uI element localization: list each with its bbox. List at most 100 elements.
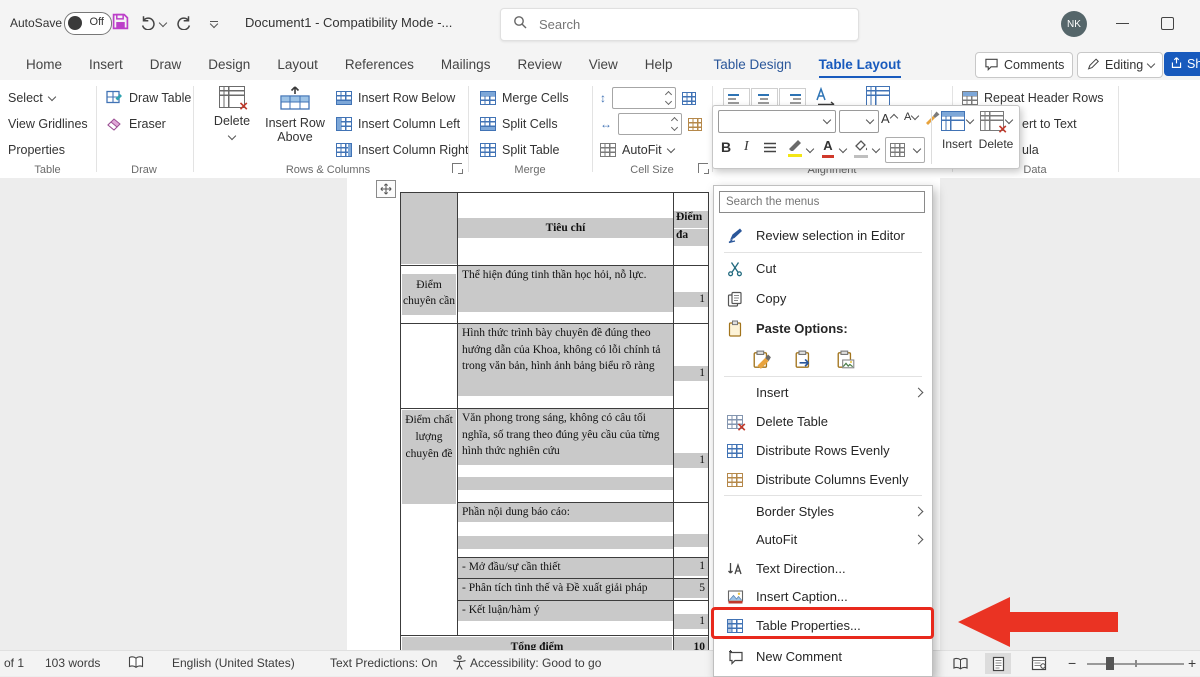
accessibility-status[interactable]: Accessibility: Good to go <box>470 656 601 670</box>
insert-row-below-button[interactable]: Insert Row Below <box>336 88 455 108</box>
tab-table-design[interactable]: Table Design <box>714 57 792 72</box>
read-mode-button[interactable] <box>947 653 973 674</box>
save-button[interactable] <box>108 12 132 36</box>
table-cell[interactable]: Hình thức trình bày chuyên đề đúng theo … <box>458 324 674 409</box>
table-cell[interactable]: 1 <box>674 266 709 324</box>
shading-button[interactable] <box>853 138 869 157</box>
draw-table-button[interactable]: Draw Table <box>106 88 191 108</box>
mini-insert-button[interactable]: Insert <box>939 111 975 151</box>
column-width-control[interactable]: ↔ <box>600 114 702 134</box>
menu-item-distribute-rows[interactable]: Distribute Rows Evenly <box>714 436 932 465</box>
menu-item-cut[interactable]: Cut <box>714 254 932 283</box>
autosave-toggle[interactable]: Off <box>64 12 112 35</box>
table-cell[interactable]: 1 <box>674 601 709 636</box>
tab-view[interactable]: View <box>589 57 618 72</box>
undo-button[interactable] <box>136 12 160 36</box>
proofing-book-icon[interactable] <box>128 655 144 673</box>
table-cell[interactable]: - Phân tích tình thế và Đề xuất giải phá… <box>458 579 674 601</box>
zoom-in-button[interactable]: + <box>1188 655 1196 671</box>
menu-item-copy[interactable]: Copy <box>714 284 932 313</box>
shading-chevron-icon[interactable] <box>872 145 880 153</box>
table-cell[interactable]: Thể hiện đúng tinh thần học hỏi, nỗ lực. <box>458 266 674 324</box>
paste-keep-formatting-icon[interactable] <box>752 351 772 369</box>
menu-item-autofit[interactable]: AutoFit <box>714 525 932 554</box>
table-cell[interactable]: Văn phong trong sáng, không có câu tối n… <box>458 409 674 503</box>
column-width-spinner[interactable] <box>618 113 682 135</box>
highlight-color-button[interactable] <box>787 138 803 156</box>
cell-size-dialog-launcher-icon[interactable] <box>698 163 708 173</box>
table-cell[interactable]: 1 <box>674 409 709 503</box>
language-indicator[interactable]: English (United States) <box>172 656 295 670</box>
tab-table-layout[interactable]: Table Layout <box>819 57 901 78</box>
eraser-button[interactable]: Eraser <box>106 114 166 134</box>
rows-columns-dialog-launcher-icon[interactable] <box>452 163 462 173</box>
grading-table[interactable]: Tiêu chí Điểmđa Điểm chuyên cần Thể hiện… <box>400 192 709 661</box>
menu-item-text-direction[interactable]: Text Direction... <box>714 554 932 583</box>
tab-review[interactable]: Review <box>517 57 561 72</box>
tab-home[interactable]: Home <box>26 57 62 72</box>
restore-button[interactable] <box>1161 17 1174 30</box>
search-input[interactable] <box>537 16 791 33</box>
autofit-button[interactable]: AutoFit <box>600 140 674 160</box>
comments-button[interactable]: Comments <box>975 52 1073 78</box>
table-cell[interactable]: Tiêu chí <box>458 193 674 266</box>
search-bar[interactable] <box>500 8 859 41</box>
mini-delete-button[interactable]: Delete <box>977 111 1015 151</box>
zoom-slider-thumb[interactable] <box>1106 657 1114 670</box>
insert-row-above-button[interactable]: Insert Row Above <box>262 86 328 144</box>
menu-item-delete-table[interactable]: Delete Table <box>714 407 932 436</box>
zoom-out-button[interactable]: − <box>1068 655 1076 671</box>
table-cell[interactable]: - Mở đầu/sự cần thiết <box>458 558 674 579</box>
insert-column-left-button[interactable]: Insert Column Left <box>336 114 460 134</box>
table-cell[interactable] <box>401 193 458 266</box>
table-cell[interactable]: - Kết luận/hàm ý <box>458 601 674 636</box>
text-predictions-indicator[interactable]: Text Predictions: On <box>330 656 437 670</box>
menu-item-border-styles[interactable]: Border Styles <box>714 497 932 526</box>
tab-references[interactable]: References <box>345 57 414 72</box>
grow-font-button[interactable]: A <box>881 111 897 126</box>
select-button[interactable]: Select <box>8 88 55 108</box>
table-cell[interactable]: Điểm chất lượng chuyên đề <box>401 409 458 636</box>
line-spacing-button[interactable] <box>763 142 777 157</box>
page-indicator[interactable]: of 1 <box>4 656 24 670</box>
redo-button[interactable] <box>172 12 196 36</box>
font-size-combo[interactable] <box>839 110 879 133</box>
tab-layout[interactable]: Layout <box>277 57 318 72</box>
row-height-spinner[interactable] <box>612 87 676 109</box>
menu-item-review-editor[interactable]: Review selection in Editor <box>714 221 932 250</box>
merge-cells-button[interactable]: Merge Cells <box>480 88 569 108</box>
bold-button[interactable]: B <box>721 139 731 155</box>
view-gridlines-button[interactable]: View Gridlines <box>8 114 88 134</box>
share-button[interactable]: Sha <box>1164 52 1200 76</box>
table-cell[interactable]: Điểmđa <box>674 193 709 266</box>
italic-button[interactable]: I <box>744 139 749 155</box>
customize-quick-access-button[interactable] <box>202 12 226 36</box>
tab-help[interactable]: Help <box>645 57 673 72</box>
menu-search-input[interactable] <box>720 192 924 212</box>
avatar[interactable]: NK <box>1061 11 1087 37</box>
paste-merge-icon[interactable] <box>794 351 814 369</box>
menu-item-new-comment[interactable]: New Comment <box>714 642 932 671</box>
table-cell[interactable]: 5 <box>674 579 709 601</box>
borders-button[interactable] <box>885 137 925 163</box>
split-table-button[interactable]: Split Table <box>480 140 559 160</box>
print-layout-button[interactable] <box>985 653 1011 674</box>
menu-item-insert[interactable]: Insert <box>714 378 932 407</box>
table-cell[interactable]: Phần nội dung báo cáo: <box>458 503 674 558</box>
font-color-button[interactable]: A <box>821 138 835 157</box>
split-cells-button[interactable]: Split Cells <box>480 114 558 134</box>
tab-draw[interactable]: Draw <box>150 57 182 72</box>
undo-dropdown-chevron-icon[interactable] <box>159 19 167 27</box>
word-count[interactable]: 103 words <box>45 656 100 670</box>
formula-button[interactable]: ula <box>1022 140 1039 160</box>
tab-insert[interactable]: Insert <box>89 57 123 72</box>
tab-design[interactable]: Design <box>208 57 250 72</box>
table-cell[interactable]: 1 <box>674 324 709 409</box>
delete-button[interactable]: Delete <box>206 86 258 139</box>
highlight-chevron-icon[interactable] <box>806 145 814 153</box>
distribute-rows-icon[interactable] <box>682 92 696 105</box>
convert-to-text-button[interactable]: ert to Text <box>1022 114 1077 134</box>
tab-mailings[interactable]: Mailings <box>441 57 491 72</box>
insert-column-right-button[interactable]: Insert Column Right <box>336 140 468 160</box>
table-move-handle[interactable] <box>376 180 396 198</box>
